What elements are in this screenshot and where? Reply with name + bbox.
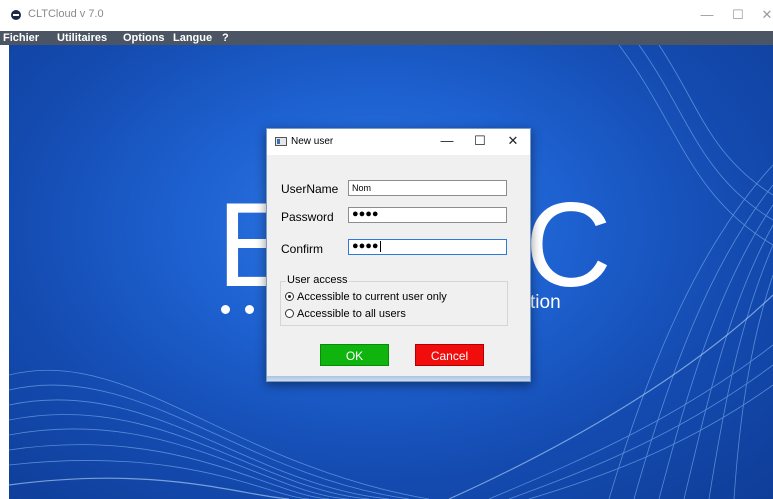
menu-bar: Fichier Utilitaires Options Langue ?: [0, 31, 773, 45]
app-logo-icon: [11, 10, 21, 20]
radio-all-users-label: Accessible to all users: [297, 308, 406, 320]
password-field[interactable]: ●●●●: [348, 207, 507, 223]
username-label: UserName: [281, 182, 339, 196]
cancel-button[interactable]: Cancel: [415, 344, 484, 366]
logo-letter-right: C: [525, 178, 612, 312]
confirm-field-value: ●●●●: [352, 240, 379, 252]
logo-tagline: tion: [530, 292, 561, 313]
text-caret: [379, 240, 381, 252]
minimize-button[interactable]: —: [696, 6, 718, 24]
close-button[interactable]: ✕: [756, 6, 773, 24]
dialog-bottom-edge: [267, 376, 530, 381]
confirm-field[interactable]: ●●●●: [348, 239, 507, 255]
dialog-title: New user: [291, 136, 334, 147]
radio-selected-icon[interactable]: [285, 292, 294, 301]
logo-dots: [221, 301, 269, 319]
dialog-minimize-button[interactable]: —: [437, 132, 457, 150]
radio-all-users[interactable]: Accessible to all users: [285, 308, 406, 320]
menu-options[interactable]: Options: [123, 31, 165, 45]
app-titlebar: CLTCloud v 7.0 — ☐ ✕: [0, 0, 773, 31]
user-access-title: User access: [286, 274, 349, 286]
dialog-close-button[interactable]: ✕: [503, 132, 523, 150]
new-user-dialog: New user — ☐ ✕ UserName Nom Password ●●●…: [266, 128, 531, 382]
menu-langue[interactable]: Langue: [173, 31, 212, 45]
menu-help[interactable]: ?: [222, 31, 229, 45]
radio-current-user-label: Accessible to current user only: [297, 291, 447, 303]
password-label: Password: [281, 210, 334, 224]
window-icon: [275, 137, 287, 146]
app-title: CLTCloud v 7.0: [28, 8, 104, 20]
maximize-button[interactable]: ☐: [727, 6, 749, 24]
ok-button[interactable]: OK: [320, 344, 389, 366]
dialog-maximize-button[interactable]: ☐: [470, 132, 490, 150]
username-field[interactable]: Nom: [348, 180, 507, 196]
menu-fichier[interactable]: Fichier: [3, 31, 39, 45]
confirm-label: Confirm: [281, 242, 324, 256]
radio-unselected-icon[interactable]: [285, 309, 294, 318]
dialog-titlebar: New user — ☐ ✕: [267, 129, 530, 155]
menu-utilitaires[interactable]: Utilitaires: [57, 31, 107, 45]
radio-current-user[interactable]: Accessible to current user only: [285, 291, 447, 303]
